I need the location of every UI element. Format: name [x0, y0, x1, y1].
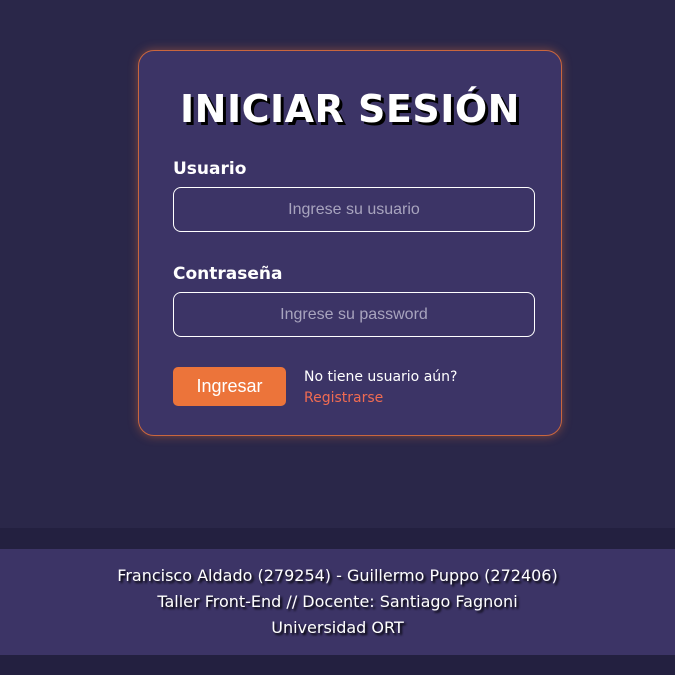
- register-prompt: No tiene usuario aún?: [304, 369, 458, 385]
- login-title: INICIAR SESIÓN: [180, 87, 520, 131]
- register-link[interactable]: Registrarse: [304, 390, 383, 406]
- footer-university: Universidad ORT: [271, 618, 404, 637]
- username-label: Usuario: [173, 159, 247, 179]
- footer: Francisco Aldado (279254) - Guillermo Pu…: [0, 549, 675, 655]
- login-card: INICIAR SESIÓN Usuario Contraseña Ingres…: [138, 50, 562, 436]
- login-button[interactable]: Ingresar: [173, 367, 286, 406]
- footer-course: Taller Front-End // Docente: Santiago Fa…: [157, 592, 518, 611]
- username-input[interactable]: [173, 187, 535, 232]
- footer-authors: Francisco Aldado (279254) - Guillermo Pu…: [117, 566, 558, 585]
- page: INICIAR SESIÓN Usuario Contraseña Ingres…: [0, 0, 675, 675]
- password-input[interactable]: [173, 292, 535, 337]
- password-label: Contraseña: [173, 264, 283, 284]
